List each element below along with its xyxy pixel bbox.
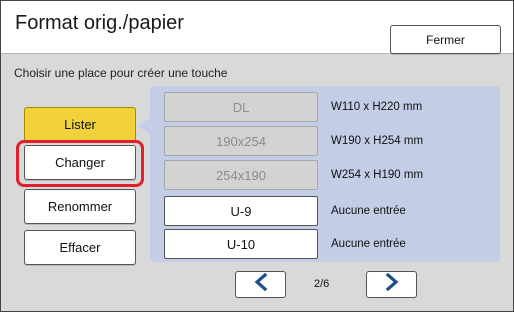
next-page-button[interactable] [366,271,417,298]
instruction-text: Choisir une place pour créer une touche [14,66,228,80]
delete-button[interactable]: Effacer [24,230,136,265]
entry-row: 254x190 W254 x H190 mm [164,160,504,190]
previous-page-button[interactable] [235,271,286,298]
entry-key-button[interactable]: U-9 [164,196,318,226]
entry-row: U-10 Aucune entrée [164,229,504,259]
entry-key-button: 254x190 [164,160,318,190]
entry-description: Aucune entrée [331,238,406,250]
entry-description: W190 x H254 mm [331,135,424,147]
entry-description: W254 x H190 mm [331,169,424,181]
entry-key-button: 190x254 [164,126,318,156]
page-title: Format orig./papier [15,12,184,34]
panel-pointer [138,118,150,134]
rename-button[interactable]: Renommer [24,189,136,224]
chevron-right-icon [384,272,400,296]
entry-key-button: DL [164,92,318,122]
list-button[interactable]: Lister [24,107,136,142]
entry-description: Aucune entrée [331,205,406,217]
page-indicator: 2/6 [314,278,330,290]
change-button-highlight [16,140,144,187]
entry-key-button[interactable]: U-10 [164,229,318,259]
entry-row: U-9 Aucune entrée [164,196,504,226]
entry-description: W110 x H220 mm [331,101,423,113]
close-button[interactable]: Fermer [390,25,501,54]
entry-row: 190x254 W190 x H254 mm [164,126,504,156]
chevron-left-icon [253,272,269,296]
entry-row: DL W110 x H220 mm [164,92,504,122]
